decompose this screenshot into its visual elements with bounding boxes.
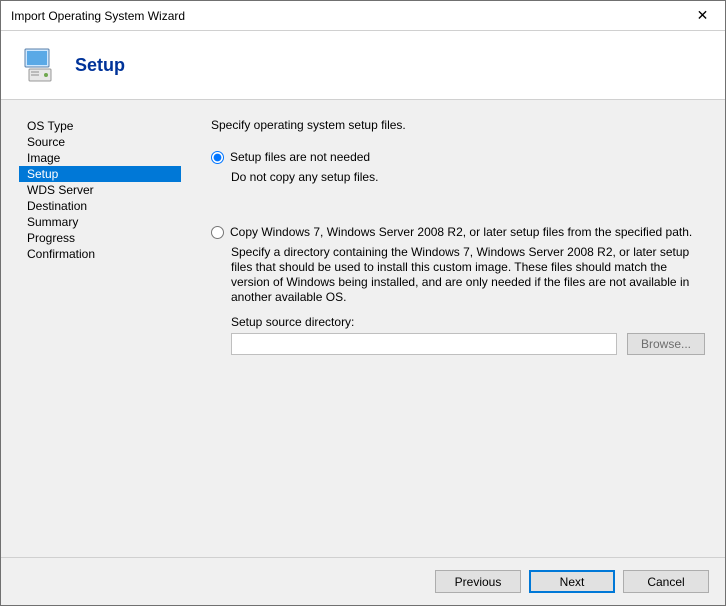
sidebar-item-image[interactable]: Image <box>19 150 191 166</box>
option-copy-desc: Specify a directory containing the Windo… <box>231 245 705 305</box>
page-title: Setup <box>75 55 125 76</box>
previous-button[interactable]: Previous <box>435 570 521 593</box>
wizard-window: Import Operating System Wizard ✕ Setup O… <box>0 0 726 606</box>
next-button[interactable]: Next <box>529 570 615 593</box>
option-copy-setup[interactable]: Copy Windows 7, Windows Server 2008 R2, … <box>211 225 705 239</box>
computer-icon <box>19 45 59 85</box>
sidebar-item-os-type[interactable]: OS Type <box>19 118 191 134</box>
sidebar-item-confirmation[interactable]: Confirmation <box>19 246 191 262</box>
sidebar-item-summary[interactable]: Summary <box>19 214 191 230</box>
sidebar-item-destination[interactable]: Destination <box>19 198 191 214</box>
radio-copy-setup[interactable] <box>211 226 224 239</box>
titlebar: Import Operating System Wizard ✕ <box>1 1 725 31</box>
source-dir-label: Setup source directory: <box>231 315 705 329</box>
wizard-header: Setup <box>1 31 725 99</box>
sidebar-item-wds-server[interactable]: WDS Server <box>19 182 191 198</box>
window-title: Import Operating System Wizard <box>1 9 680 23</box>
sidebar-item-setup[interactable]: Setup <box>19 166 181 182</box>
wizard-body: OS TypeSourceImageSetupWDS ServerDestina… <box>1 100 725 557</box>
source-dir-input[interactable] <box>231 333 617 355</box>
instruction-text: Specify operating system setup files. <box>211 118 705 132</box>
browse-button[interactable]: Browse... <box>627 333 705 355</box>
wizard-content: Specify operating system setup files. Se… <box>191 100 725 557</box>
sidebar-item-source[interactable]: Source <box>19 134 191 150</box>
radio-not-needed[interactable] <box>211 151 224 164</box>
option-not-needed-desc: Do not copy any setup files. <box>231 170 705 185</box>
option-not-needed-label[interactable]: Setup files are not needed <box>230 150 705 164</box>
option-copy-label[interactable]: Copy Windows 7, Windows Server 2008 R2, … <box>230 225 705 239</box>
close-button[interactable]: ✕ <box>680 1 725 30</box>
sidebar-item-progress[interactable]: Progress <box>19 230 191 246</box>
source-dir-row: Browse... <box>231 333 705 355</box>
option-setup-not-needed[interactable]: Setup files are not needed <box>211 150 705 164</box>
cancel-button[interactable]: Cancel <box>623 570 709 593</box>
wizard-footer: Previous Next Cancel <box>1 557 725 605</box>
wizard-sidebar: OS TypeSourceImageSetupWDS ServerDestina… <box>1 100 191 557</box>
close-icon: ✕ <box>697 7 709 24</box>
